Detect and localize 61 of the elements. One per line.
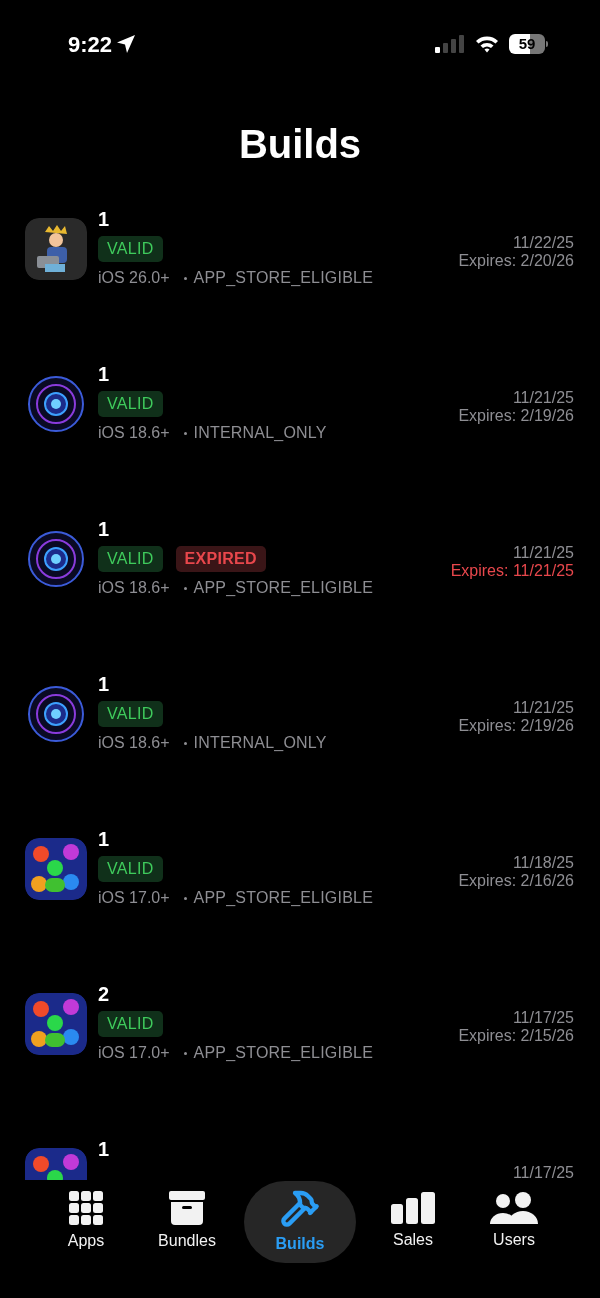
users-icon — [490, 1192, 538, 1224]
page-title: Builds — [238, 121, 362, 168]
bullet-icon — [183, 276, 187, 280]
bullet-icon — [183, 1051, 187, 1055]
expiry-date: Expires: 2/15/26 — [458, 1027, 574, 1045]
build-date: 11/17/25 — [512, 1164, 574, 1180]
tab-button[interactable]: Users — [470, 1181, 558, 1263]
expiry-date: Expires: 2/19/26 — [458, 407, 574, 425]
build-number: 1 — [98, 362, 111, 387]
build-number: 1 — [98, 672, 111, 697]
wifi-icon — [475, 35, 499, 53]
bullet-icon — [183, 741, 187, 745]
archive-box-icon — [169, 1191, 205, 1225]
distribution-label: APP_STORE_ELIGIBLE — [193, 888, 373, 908]
status-label: VALID — [98, 1011, 163, 1037]
expiry-date: Expires: 2/20/26 — [458, 252, 574, 270]
build-number: 1 — [98, 517, 111, 542]
distribution-label: APP_STORE_ELIGIBLE — [193, 268, 373, 288]
location-arrow-icon — [116, 34, 137, 54]
build-date: 11/18/25 — [512, 854, 574, 872]
bullet-icon — [183, 586, 187, 590]
status-label: VALID — [98, 701, 163, 727]
bar-chart-icon — [391, 1192, 435, 1224]
os-version: iOS 17.0+ — [98, 1043, 170, 1063]
status-label: VALID — [98, 391, 163, 417]
bullet-icon — [183, 896, 187, 900]
build-date: 11/21/25 — [512, 389, 574, 407]
build-date: 11/17/25 — [512, 1009, 574, 1027]
build-date: 11/21/25 — [512, 699, 574, 717]
hammer-icon — [280, 1188, 320, 1228]
distribution-label: INTERNAL_ONLY — [193, 423, 327, 443]
expiry-date: Expires: 2/19/26 — [458, 717, 574, 735]
clock-time: 9:22 — [68, 30, 113, 59]
status-label: VALID — [98, 546, 163, 572]
distribution-label: APP_STORE_ELIGIBLE — [193, 1043, 373, 1063]
status-label: EXPIRED — [175, 546, 266, 572]
signal-icon — [435, 35, 465, 53]
os-version: iOS 18.6+ — [98, 578, 170, 598]
grid-icon — [69, 1191, 103, 1225]
build-number: 1 — [98, 827, 111, 852]
os-version: iOS 18.6+ — [98, 423, 170, 443]
os-version: iOS 26.0+ — [98, 268, 170, 288]
tab-button[interactable]: Sales — [369, 1181, 457, 1263]
build-number: 2 — [98, 982, 111, 1007]
build-number: 1 — [98, 207, 111, 232]
build-date: 11/22/25 — [512, 234, 574, 252]
distribution-label: INTERNAL_ONLY — [193, 733, 327, 753]
status-label: VALID — [98, 236, 163, 262]
tab-button[interactable]: Builds — [244, 1181, 356, 1263]
bullet-icon — [183, 431, 187, 435]
expiry-date: Expires: 11/21/25 — [450, 562, 574, 580]
distribution-label: APP_STORE_ELIGIBLE — [193, 578, 373, 598]
tab-button[interactable]: Apps — [42, 1181, 130, 1263]
build-number: 1 — [98, 1137, 111, 1162]
tab-button[interactable]: Bundles — [143, 1181, 231, 1263]
status-label: VALID — [98, 856, 163, 882]
expiry-date: Expires: 2/16/26 — [458, 872, 574, 890]
os-version: iOS 18.6+ — [98, 733, 170, 753]
battery-indicator: 59 — [509, 34, 548, 54]
build-date: 11/21/25 — [512, 544, 574, 562]
os-version: iOS 17.0+ — [98, 888, 170, 908]
